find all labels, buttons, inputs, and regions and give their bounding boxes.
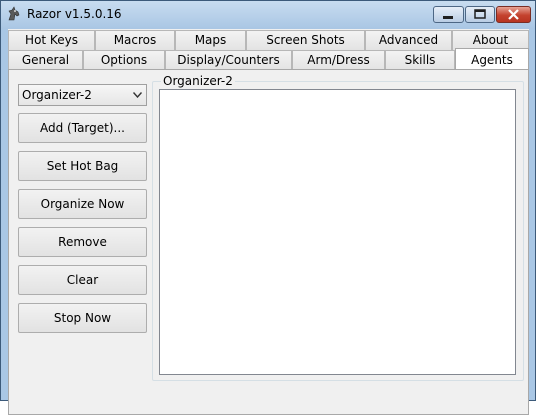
close-button[interactable] bbox=[496, 6, 531, 23]
agent-select-value: Organizer-2 bbox=[22, 88, 92, 102]
tab-screen-shots[interactable]: Screen Shots bbox=[246, 30, 365, 50]
tab-display-counters[interactable]: Display/Counters bbox=[165, 50, 292, 70]
window-title: Razor v1.5.0.16 bbox=[27, 7, 122, 21]
razor-window: Razor v1.5.0.16 Hot Keys Macros Maps Scr… bbox=[0, 0, 536, 415]
set-hot-bag-button[interactable]: Set Hot Bag bbox=[18, 151, 147, 181]
tab-agents[interactable]: Agents bbox=[455, 48, 529, 71]
client-area: Hot Keys Macros Maps Screen Shots Advanc… bbox=[8, 29, 529, 415]
groupbox-title: Organizer-2 bbox=[161, 74, 235, 88]
minimize-button[interactable] bbox=[433, 6, 464, 23]
chevron-down-icon bbox=[133, 92, 142, 98]
remove-button[interactable]: Remove bbox=[18, 227, 147, 257]
close-icon bbox=[508, 9, 519, 20]
maximize-button[interactable] bbox=[465, 6, 495, 23]
tab-arm-dress[interactable]: Arm/Dress bbox=[292, 50, 385, 70]
tab-maps[interactable]: Maps bbox=[175, 30, 246, 50]
stop-now-button[interactable]: Stop Now bbox=[18, 303, 147, 333]
tab-hot-keys[interactable]: Hot Keys bbox=[8, 30, 95, 50]
agent-items-list[interactable] bbox=[159, 89, 516, 375]
tab-macros[interactable]: Macros bbox=[95, 30, 175, 50]
tab-general[interactable]: General bbox=[8, 50, 83, 70]
add-target-button[interactable]: Add (Target)... bbox=[18, 113, 147, 143]
title-bar[interactable]: Razor v1.5.0.16 bbox=[1, 1, 535, 29]
minimize-icon bbox=[443, 16, 453, 19]
tab-skills[interactable]: Skills bbox=[385, 50, 455, 70]
tab-advanced[interactable]: Advanced bbox=[365, 30, 452, 50]
tab-about[interactable]: About bbox=[452, 30, 529, 50]
maximize-icon bbox=[474, 9, 486, 19]
horse-head-icon[interactable] bbox=[6, 6, 22, 22]
tab-options[interactable]: Options bbox=[83, 50, 165, 70]
agent-select[interactable]: Organizer-2 bbox=[18, 84, 147, 106]
organize-now-button[interactable]: Organize Now bbox=[18, 189, 147, 219]
clear-button[interactable]: Clear bbox=[18, 265, 147, 295]
